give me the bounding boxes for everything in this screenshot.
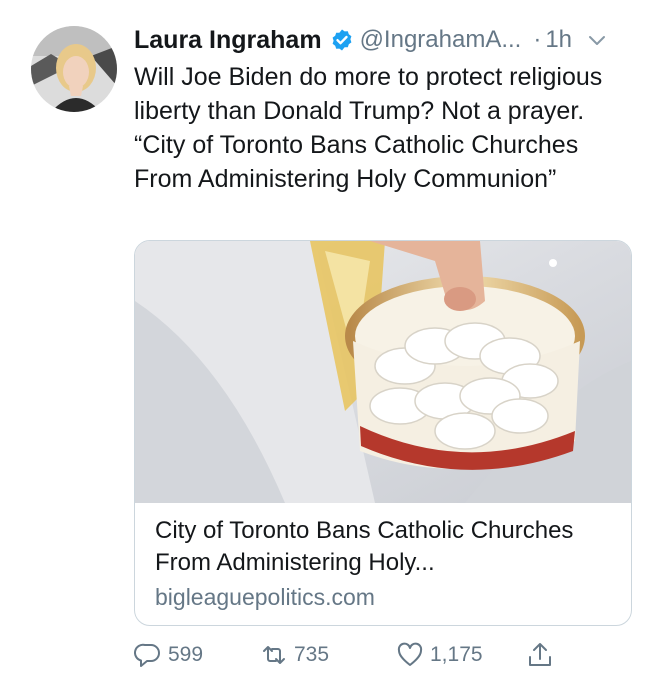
tweet-text: Will Joe Biden do more to protect religi…: [134, 63, 603, 193]
author-name[interactable]: Laura Ingraham: [134, 26, 322, 55]
card-body: City of Toronto Bans Catholic Churches F…: [155, 515, 615, 613]
author-avatar[interactable]: [31, 26, 117, 112]
tweet-header: Laura Ingraham @IngrahamA... · 1h: [134, 22, 639, 58]
card-image: [135, 241, 631, 503]
share-icon: [529, 643, 551, 666]
share-button[interactable]: [526, 641, 560, 669]
tweet-actions: 599 735 1,175: [134, 638, 564, 672]
like-count: 1,175: [430, 643, 483, 666]
author-handle[interactable]: @IngrahamA...: [360, 26, 522, 54]
reply-count: 599: [168, 643, 204, 666]
card-title[interactable]: City of Toronto Bans Catholic Churches F…: [155, 515, 615, 579]
retweet-count: 735: [294, 643, 330, 666]
heart-icon: [397, 642, 423, 666]
avatar-photo: [31, 26, 117, 112]
separator-dot: ·: [533, 26, 542, 53]
chevron-down-icon[interactable]: [586, 29, 608, 51]
retweet-button[interactable]: 735: [260, 641, 329, 669]
reply-button[interactable]: 599: [134, 641, 203, 669]
reply-icon: [134, 643, 160, 667]
like-button[interactable]: 1,175: [396, 641, 483, 669]
verified-badge-icon: [330, 28, 354, 52]
link-card[interactable]: City of Toronto Bans Catholic Churches F…: [134, 240, 632, 626]
card-domain: bigleaguepolitics.com: [155, 584, 375, 610]
retweet-icon: [263, 646, 285, 664]
tweet-timestamp[interactable]: 1h: [545, 26, 572, 54]
